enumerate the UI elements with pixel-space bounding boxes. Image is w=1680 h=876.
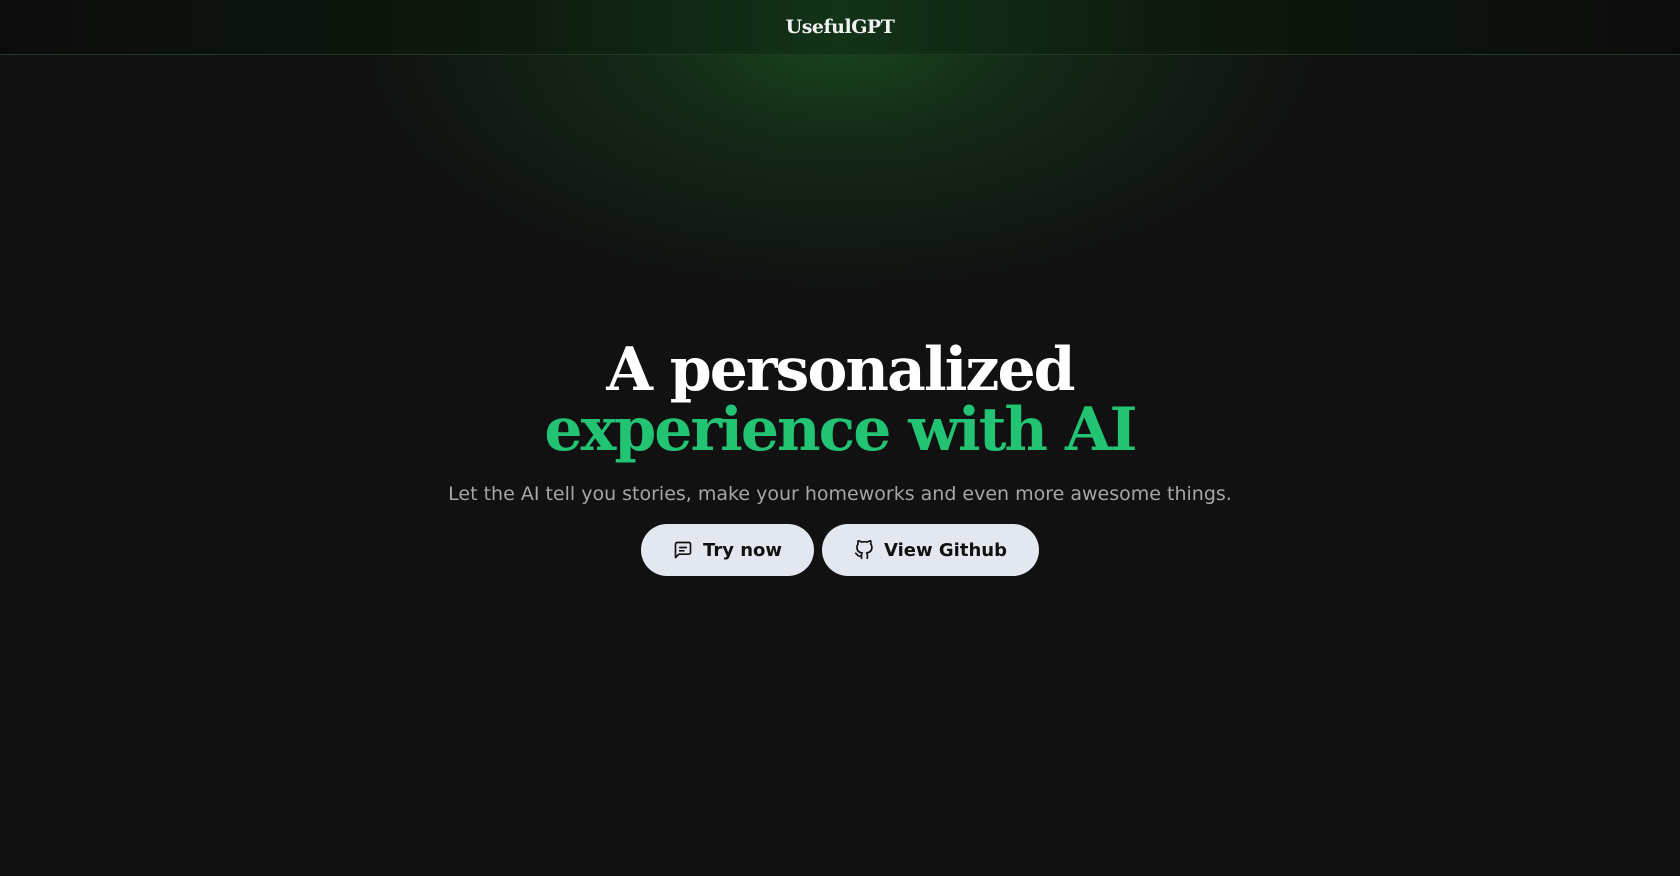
try-now-button[interactable]: Try now [641, 524, 815, 576]
github-icon [854, 540, 874, 560]
hero-actions: Try now View Github [0, 524, 1680, 576]
headline-line-2: experience with AI [544, 395, 1137, 465]
view-github-label: View Github [884, 539, 1007, 561]
hero-headline: A personalized experience with AI [0, 340, 1680, 460]
try-now-label: Try now [703, 539, 783, 561]
top-navbar: UsefulGPT [0, 0, 1680, 55]
message-square-icon [673, 540, 693, 560]
landing-page: UsefulGPT A personalized experience with… [0, 0, 1680, 876]
headline-line-1: A personalized [606, 335, 1075, 405]
hero-section: A personalized experience with AI Let th… [0, 340, 1680, 576]
hero-subtitle: Let the AI tell you stories, make your h… [448, 483, 1232, 505]
view-github-button[interactable]: View Github [822, 524, 1039, 576]
brand-logo-link[interactable]: UsefulGPT [786, 16, 895, 38]
